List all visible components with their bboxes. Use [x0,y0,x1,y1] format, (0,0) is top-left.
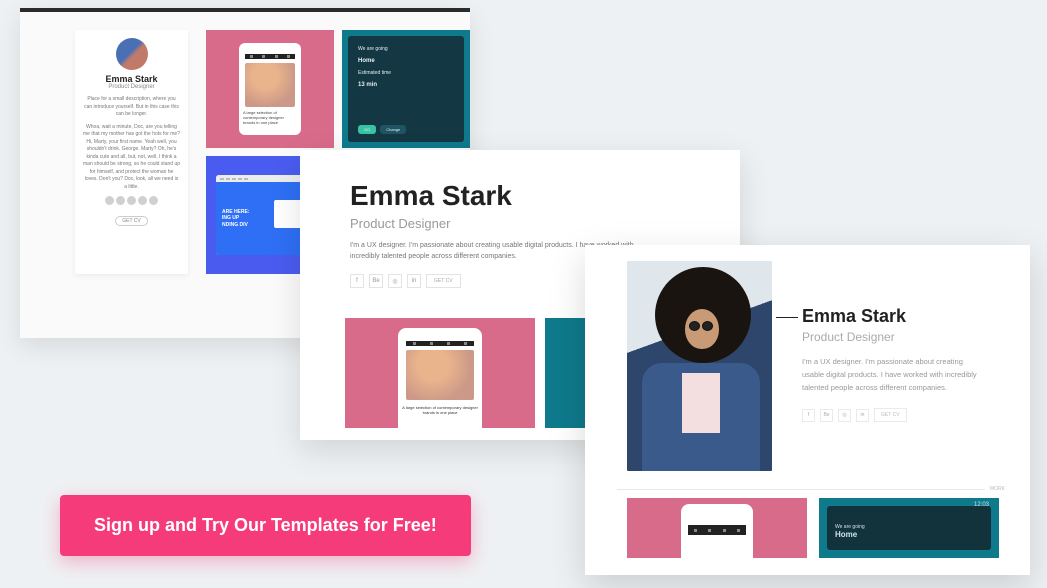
social-row: f Be ◎ in GET CV [802,408,1000,422]
facebook-icon[interactable]: f [350,274,364,288]
teal-value: Home [835,530,983,539]
avatar [116,38,148,70]
hero-text: ARE HERE: ING UP NDING DIV [222,209,250,229]
accent-line [776,317,798,318]
behance-icon[interactable] [116,196,125,205]
social-row [83,196,180,205]
profile-bio: I'm a UX designer. I'm passionate about … [802,356,977,394]
teal-label: We are going [358,46,454,52]
phone-mockup: A large selection of contemporary design… [239,43,301,135]
portfolio-tile-1[interactable]: A large selection of contemporary design… [206,30,334,148]
phone-caption: A large selection of contemporary design… [243,110,297,125]
profile-role: Product Designer [83,84,180,90]
profile-bio: Place for a small description, where you… [83,96,180,119]
portfolio-tile-1[interactable]: A large selection of contemporary design… [345,318,535,428]
get-cv-button[interactable]: GET CV [115,216,148,226]
phone-caption: A large selection of contemporary design… [402,405,478,415]
teal-sub-label: Estimated time [358,70,454,76]
profile-sidebar: Emma Stark Product Designer Place for a … [75,30,188,274]
instagram-icon[interactable] [127,196,136,205]
behance-icon[interactable]: Be [369,274,383,288]
go-button[interactable]: GO [358,125,376,134]
profile-photo [627,261,772,471]
template-card-3: Emma Stark Product Designer I'm a UX des… [585,245,1030,575]
linkedin-icon[interactable]: in [407,274,421,288]
get-cv-button[interactable]: GET CV [874,408,907,422]
profile-role: Product Designer [350,216,690,231]
change-button[interactable]: Change [380,125,406,134]
instagram-icon[interactable]: ◎ [838,409,851,422]
portfolio-row: 12:03 We are going Home [627,498,1000,558]
profile-name: Emma Stark [83,74,180,84]
instagram-icon[interactable]: ◎ [388,274,402,288]
behance-icon[interactable]: Be [820,409,833,422]
teal-value: Home [358,58,454,64]
profile-name: Emma Stark [350,180,690,212]
portfolio-tile-2[interactable]: 12:03 We are going Home [819,498,999,558]
teal-sub-value: 13 min [358,82,454,88]
profile-name: Emma Stark [802,306,1000,327]
portfolio-tile-1[interactable] [627,498,807,558]
get-cv-button[interactable]: GET CV [426,274,461,288]
facebook-icon[interactable]: f [802,409,815,422]
profile-bio-2: Whoa, wait a minute, Doc, are you tellin… [83,124,180,192]
divider: WORK [617,489,1005,490]
facebook-icon[interactable] [105,196,114,205]
phone-mockup [681,504,753,558]
section-label: WORK [985,486,1005,492]
profile-role: Product Designer [802,330,1000,344]
social-icon[interactable] [149,196,158,205]
signup-cta-button[interactable]: Sign up and Try Our Templates for Free! [60,495,471,556]
phone-mockup: A large selection of contemporary design… [398,328,482,428]
portfolio-tile-2[interactable]: We are going Home Estimated time 13 min … [342,30,470,148]
linkedin-icon[interactable]: in [856,409,869,422]
linkedin-icon[interactable] [138,196,147,205]
